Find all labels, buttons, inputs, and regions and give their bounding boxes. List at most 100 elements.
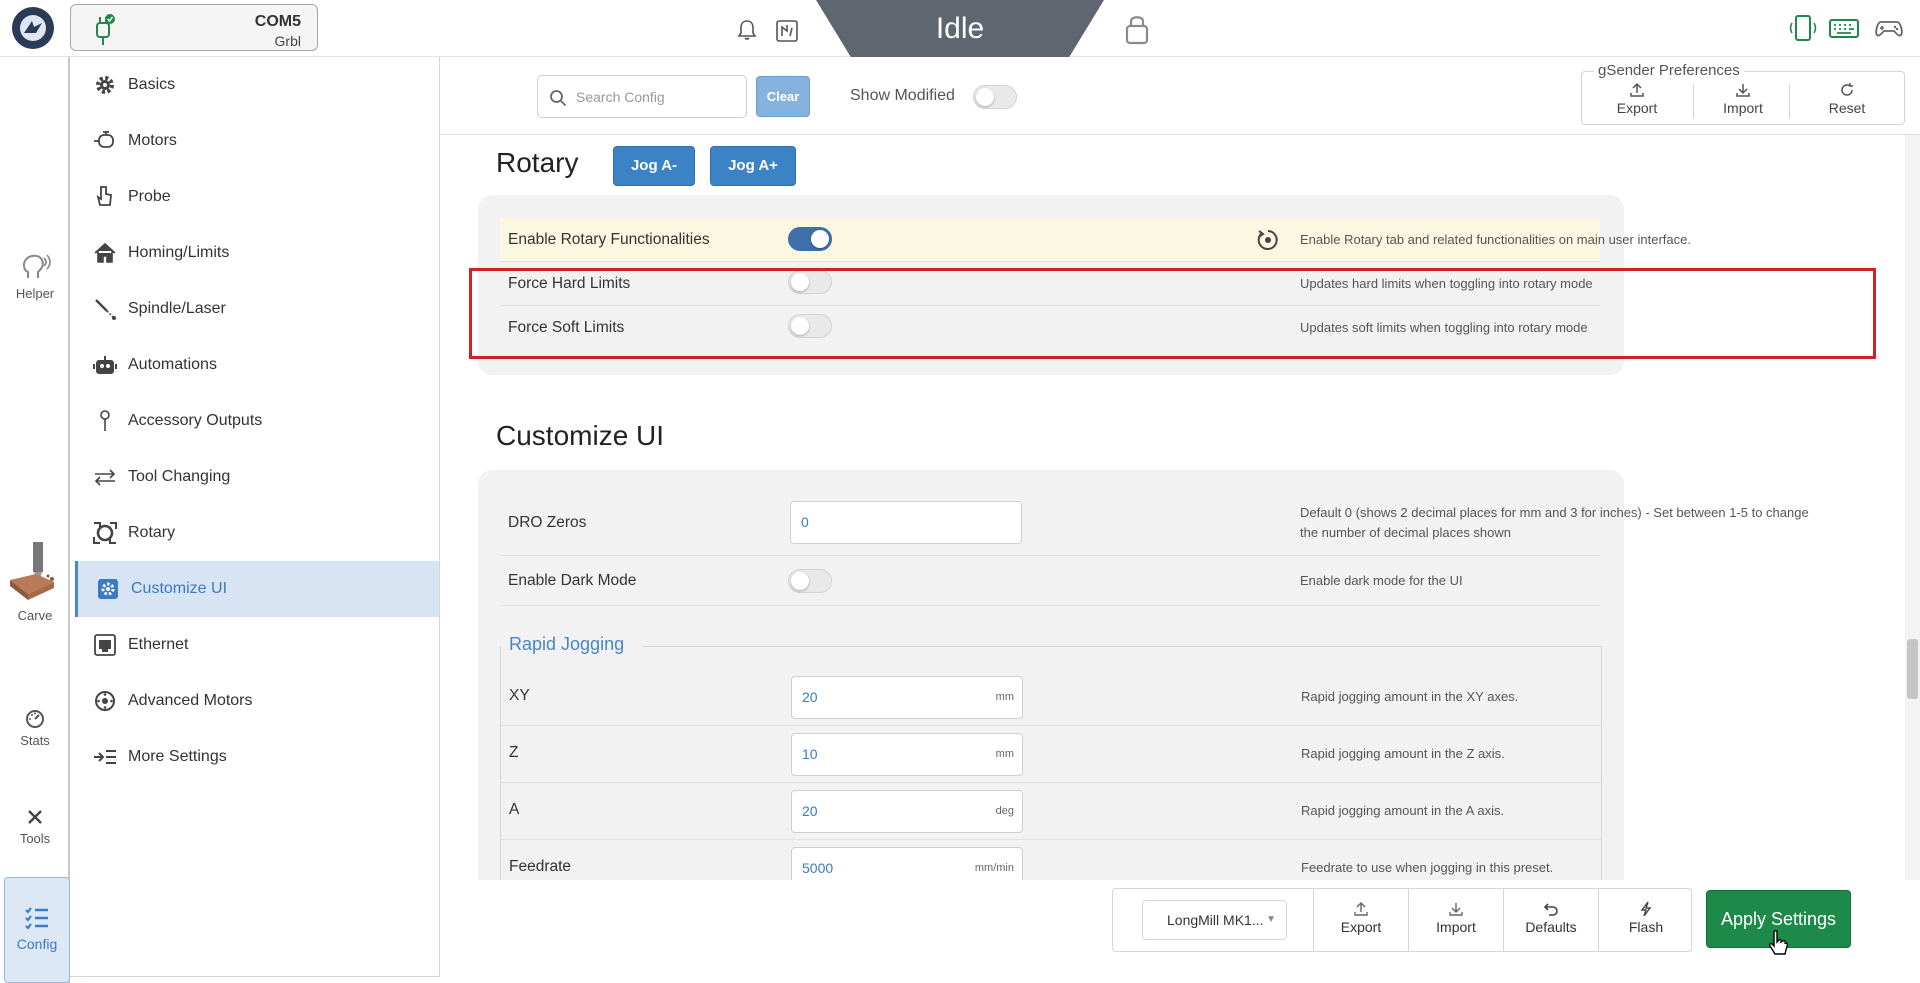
setting-row-rapid-z: Z 10 mm Rapid jogging amount in the Z ax… <box>501 726 1601 783</box>
rapid-jogging-group: Rapid Jogging XY 20 mm Rapid jogging amo… <box>500 634 1602 880</box>
customize-icon <box>96 577 120 601</box>
sidebar-item-label: Advanced Motors <box>128 692 253 709</box>
keyboard-icon[interactable] <box>1829 15 1859 41</box>
setting-name: A <box>509 801 520 818</box>
prefs-reset-button[interactable]: Reset <box>1812 82 1882 116</box>
setting-name: Enable Dark Mode <box>508 572 637 589</box>
phone-remote-icon[interactable] <box>1788 15 1818 41</box>
spindle-icon <box>93 297 117 321</box>
rapid-a-input[interactable]: 20 deg <box>791 790 1023 833</box>
connection-button[interactable]: COM5 Grbl <box>70 4 318 51</box>
machine-state-label: Idle <box>935 12 985 45</box>
sidebar-item-homing-limits[interactable]: Homing/Limits <box>75 225 439 281</box>
setting-description: Default 0 (shows 2 decimal places for mm… <box>1300 505 1809 540</box>
fieldset-top-border <box>643 646 1601 647</box>
input-unit: mm/min <box>974 862 1014 874</box>
settings-export-label: Export <box>1340 919 1382 935</box>
sidebar-item-label: Automations <box>128 356 217 373</box>
port-label: COM5 <box>254 13 301 30</box>
scrollbar-track[interactable] <box>1905 135 1920 880</box>
rail-carve[interactable]: Carve <box>0 542 70 623</box>
prefs-export-button[interactable]: Export <box>1602 82 1672 116</box>
settings-export-button[interactable]: Export <box>1313 889 1408 951</box>
logo-icon <box>20 15 46 41</box>
settings-defaults-label: Defaults <box>1525 919 1577 935</box>
flash-icon <box>1640 901 1652 917</box>
sidebar-item-label: Accessory Outputs <box>128 412 263 429</box>
tools-icon <box>28 810 42 824</box>
sidebar-item-tool-changing[interactable]: Tool Changing <box>75 449 439 505</box>
sidebar-item-accessory-outputs[interactable]: Accessory Outputs <box>75 393 439 449</box>
rail-helper[interactable]: Helper <box>0 252 70 301</box>
stats-icon <box>26 710 44 728</box>
bell-icon[interactable] <box>736 19 758 41</box>
sidebar-item-advanced-motors[interactable]: Advanced Motors <box>75 673 439 729</box>
prefs-import-button[interactable]: Import <box>1708 82 1778 116</box>
sidebar-item-spindle-laser[interactable]: Spindle/Laser <box>75 281 439 337</box>
input-value: 20 <box>802 803 818 819</box>
dro-zeros-input[interactable]: 0 <box>790 501 1022 544</box>
rotary-section-title: Rotary <box>496 147 579 178</box>
rail-stats-label: Stats <box>20 733 50 748</box>
setting-row-rapid-a: A 20 deg Rapid jogging amount in the A a… <box>501 783 1601 840</box>
pin-icon <box>93 409 117 433</box>
setting-name: XY <box>509 687 530 704</box>
setting-description: Rapid jogging amount in the XY axes. <box>1301 689 1519 704</box>
setting-description: Enable Rotary tab and related functional… <box>1300 232 1691 247</box>
sidebar-item-label: Tool Changing <box>128 468 231 485</box>
upload-icon <box>1630 82 1644 97</box>
search-box <box>537 75 747 118</box>
rail-config[interactable]: Config <box>4 877 70 983</box>
usb-plug-icon <box>96 14 115 45</box>
config-sidebar: Basics Motors Probe Homing/Limits Spindl… <box>70 57 440 977</box>
customize-ui-section-title: Customize UI <box>496 420 665 451</box>
prefs-import-label: Import <box>1723 100 1763 116</box>
lock-icon[interactable] <box>1124 12 1150 46</box>
hand-cursor-icon <box>1769 930 1789 955</box>
gamepad-icon[interactable] <box>1874 15 1904 41</box>
sidebar-item-motors[interactable]: Motors <box>75 113 439 169</box>
rapid-z-input[interactable]: 10 mm <box>791 733 1023 776</box>
sidebar-item-customize-ui[interactable]: Customize UI <box>75 561 439 617</box>
rail-helper-label: Helper <box>15 286 55 301</box>
settings-import-label: Import <box>1436 919 1476 935</box>
prefs-reset-label: Reset <box>1828 100 1866 116</box>
scrollbar-thumb[interactable] <box>1907 639 1918 699</box>
sidebar-item-label: Homing/Limits <box>128 244 230 261</box>
search-input[interactable] <box>576 86 736 108</box>
rail-tools[interactable]: Tools <box>0 807 70 846</box>
input-unit: deg <box>995 805 1014 817</box>
machine-profile-select[interactable]: LongMill MK1... ▼ <box>1142 900 1287 940</box>
input-value: 20 <box>802 689 818 705</box>
sidebar-item-ethernet[interactable]: Ethernet <box>75 617 439 673</box>
jog-a-minus-button[interactable]: Jog A- <box>613 146 695 186</box>
rapid-feedrate-input[interactable]: 5000 mm/min <box>791 847 1023 880</box>
jog-a-plus-button[interactable]: Jog A+ <box>710 146 796 186</box>
rotary-icon <box>93 521 117 545</box>
sidebar-item-basics[interactable]: Basics <box>75 57 439 113</box>
clear-button[interactable]: Clear <box>756 76 810 117</box>
settings-flash-button[interactable]: Flash <box>1598 889 1693 951</box>
left-rail: Helper Carve Stats Tools Config <box>0 57 70 983</box>
gcode-file-icon[interactable] <box>775 19 799 43</box>
reset-icon <box>1841 83 1853 96</box>
sidebar-item-automations[interactable]: Automations <box>75 337 439 393</box>
gsender-logo[interactable] <box>12 7 54 49</box>
rail-stats[interactable]: Stats <box>0 709 70 748</box>
top-bar: COM5 Grbl Idle <box>0 0 1920 59</box>
home-icon <box>93 241 117 265</box>
show-modified-toggle[interactable] <box>973 85 1017 109</box>
divider <box>1693 84 1694 118</box>
settings-defaults-button[interactable]: Defaults <box>1503 889 1598 951</box>
sidebar-item-label: Customize UI <box>131 580 228 597</box>
enable-rotary-toggle[interactable] <box>788 227 832 251</box>
setting-description: Rapid jogging amount in the A axis. <box>1301 803 1505 818</box>
dark-mode-toggle[interactable] <box>788 569 832 593</box>
settings-import-button[interactable]: Import <box>1408 889 1503 951</box>
sidebar-item-rotary[interactable]: Rotary <box>75 505 439 561</box>
setting-name: Z <box>509 744 519 761</box>
machine-state-banner: Idle <box>816 0 1104 59</box>
sidebar-item-probe[interactable]: Probe <box>75 169 439 225</box>
rapid-xy-input[interactable]: 20 mm <box>791 676 1023 719</box>
sidebar-item-more-settings[interactable]: More Settings <box>75 729 439 785</box>
